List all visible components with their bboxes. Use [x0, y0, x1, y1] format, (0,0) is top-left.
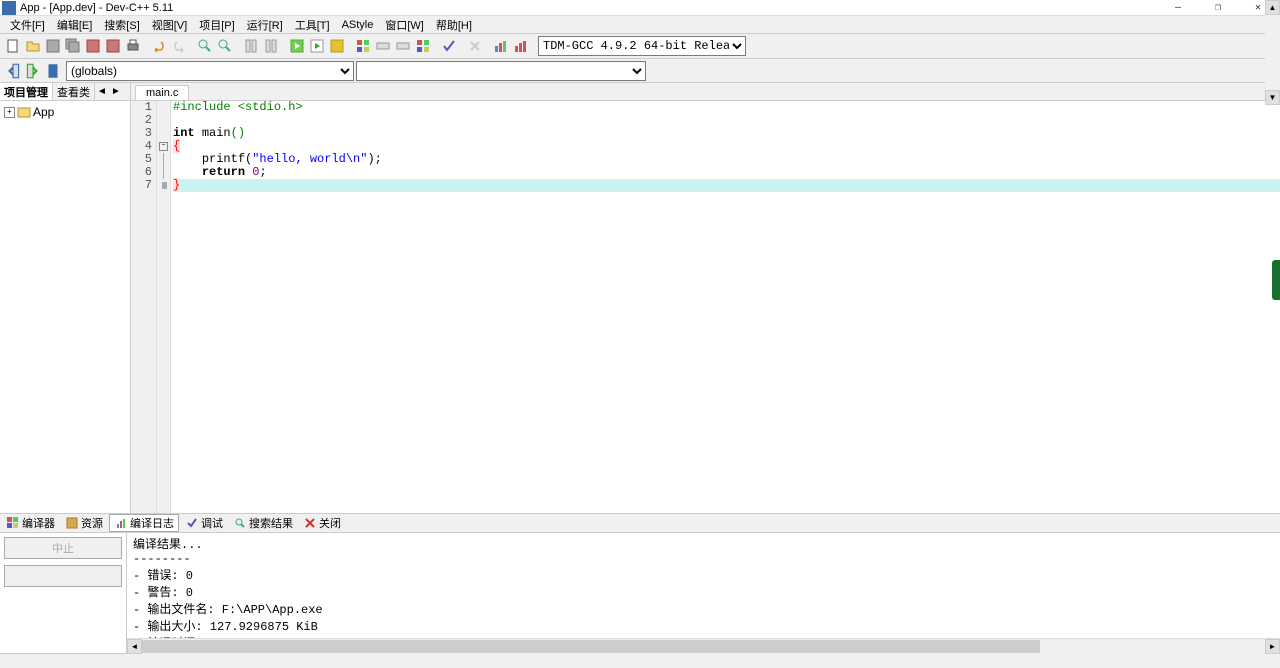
tab-debug[interactable]: 调试 — [181, 514, 227, 532]
tab-compiler[interactable]: 编译器 — [2, 514, 59, 532]
delete-icon[interactable] — [466, 37, 484, 55]
tab-compile-log[interactable]: 编译日志 — [109, 514, 179, 532]
scroll-left-icon[interactable]: ◄ — [127, 639, 142, 654]
window-title: App - [App.dev] - Dev-C++ 5.11 — [20, 2, 1158, 14]
output-button-2[interactable] — [4, 565, 122, 587]
expander-icon[interactable]: + — [4, 107, 15, 118]
close-icon — [303, 516, 317, 530]
run-icon[interactable] — [308, 37, 326, 55]
project-tree: + App — [0, 101, 130, 513]
toolbar-main: TDM-GCC 4.9.2 64-bit Release — [0, 34, 1280, 59]
undo-icon[interactable] — [150, 37, 168, 55]
fold-gutter: − — [157, 101, 171, 513]
minimize-button[interactable]: — — [1158, 1, 1198, 15]
menu-view[interactable]: 视图[V] — [146, 17, 193, 33]
abort-button[interactable]: 中止 — [4, 537, 122, 559]
scope-select[interactable]: (globals) — [66, 61, 354, 81]
tab-scroll-right-icon[interactable]: ► — [109, 86, 123, 97]
line-gutter: 1 2 3 4 5 6 7 — [131, 101, 157, 513]
open-icon[interactable] — [24, 37, 42, 55]
replace-icon[interactable] — [216, 37, 234, 55]
output-vscroll[interactable]: ▲ ▼ — [1265, 0, 1280, 105]
back-icon[interactable] — [4, 62, 22, 80]
scroll-up-icon[interactable]: ▲ — [1265, 0, 1280, 15]
profile-icon[interactable] — [394, 37, 412, 55]
menu-tools[interactable]: 工具[T] — [289, 17, 336, 33]
member-select[interactable] — [356, 61, 646, 81]
tree-node-app[interactable]: + App — [4, 105, 126, 119]
print-icon[interactable] — [124, 37, 142, 55]
grid-icon — [6, 516, 20, 530]
sidebar-tabs: 项目管理 查看类 ◄ ► — [0, 83, 130, 101]
chart-icon[interactable] — [492, 37, 510, 55]
menubar: 文件[F] 编辑[E] 搜索[S] 视图[V] 项目[P] 运行[R] 工具[T… — [0, 16, 1280, 34]
file-tab-main[interactable]: main.c — [135, 85, 189, 100]
resource-icon — [65, 516, 79, 530]
tab-close[interactable]: 关闭 — [299, 514, 345, 532]
app-icon — [2, 1, 16, 15]
menu-astyle[interactable]: AStyle — [336, 19, 380, 31]
tab-project[interactable]: 项目管理 — [0, 83, 53, 100]
tab-class[interactable]: 查看类 — [53, 83, 95, 100]
menu-run[interactable]: 运行[R] — [241, 17, 289, 33]
project-name: App — [33, 105, 54, 119]
tab-search-results[interactable]: 搜索结果 — [229, 514, 297, 532]
compiler-select[interactable]: TDM-GCC 4.9.2 64-bit Release — [538, 36, 746, 56]
goto-bookmark-icon[interactable] — [262, 37, 280, 55]
save-icon[interactable] — [44, 37, 62, 55]
save-as-icon[interactable] — [84, 37, 102, 55]
compile-run-icon[interactable] — [328, 37, 346, 55]
debug-icon[interactable] — [374, 37, 392, 55]
scroll-down-icon[interactable]: ▼ — [1265, 90, 1280, 105]
file-tabs: main.c — [131, 83, 1280, 101]
toolbar-scope: (globals) — [0, 59, 1280, 83]
log-icon — [114, 516, 128, 530]
titlebar: App - [App.dev] - Dev-C++ 5.11 — ❐ ✕ — [0, 0, 1280, 16]
scroll-thumb[interactable] — [142, 640, 1040, 653]
tab-resource[interactable]: 资源 — [61, 514, 107, 532]
code-lines[interactable]: #include <stdio.h> int main() { printf("… — [171, 101, 1280, 513]
output-hscroll[interactable]: ◄ ► — [127, 638, 1280, 653]
save-all-icon[interactable] — [64, 37, 82, 55]
bookmark-icon[interactable] — [44, 62, 62, 80]
statusbar — [0, 653, 1280, 668]
editor: main.c 1 2 3 4 5 6 7 − #include <stdio.h… — [131, 83, 1280, 513]
options-icon[interactable] — [414, 37, 432, 55]
chart-del-icon[interactable] — [512, 37, 530, 55]
compile-icon[interactable] — [288, 37, 306, 55]
menu-help[interactable]: 帮助[H] — [430, 17, 478, 33]
scroll-right-icon[interactable]: ► — [1265, 639, 1280, 654]
menu-project[interactable]: 项目[P] — [193, 17, 240, 33]
menu-search[interactable]: 搜索[S] — [98, 17, 145, 33]
project-icon — [17, 105, 31, 119]
check-icon — [185, 516, 199, 530]
output-controls: 中止 — [0, 533, 127, 653]
forward-icon[interactable] — [24, 62, 42, 80]
bottom-tabs: 编译器 资源 编译日志 调试 搜索结果 关闭 — [0, 513, 1280, 533]
new-icon[interactable] — [4, 37, 22, 55]
search-icon — [233, 516, 247, 530]
menu-window[interactable]: 窗口[W] — [379, 17, 430, 33]
output-text[interactable]: 编译结果... -------- - 错误: 0 - 警告: 0 - 输出文件名… — [127, 533, 1280, 638]
output-panel: 中止 编译结果... -------- - 错误: 0 - 警告: 0 - 输出… — [0, 533, 1280, 653]
menu-file[interactable]: 文件[F] — [4, 17, 51, 33]
toggle-bookmark-icon[interactable] — [242, 37, 260, 55]
fold-toggle-icon[interactable]: − — [159, 142, 168, 151]
side-handle[interactable] — [1272, 260, 1280, 300]
close-file-icon[interactable] — [104, 37, 122, 55]
sidebar: 项目管理 查看类 ◄ ► + App — [0, 83, 131, 513]
rebuild-icon[interactable] — [354, 37, 372, 55]
tab-scroll-left-icon[interactable]: ◄ — [95, 86, 109, 97]
code-area[interactable]: 1 2 3 4 5 6 7 − #include <stdio.h> int m… — [131, 101, 1280, 513]
check-icon[interactable] — [440, 37, 458, 55]
find-icon[interactable] — [196, 37, 214, 55]
redo-icon[interactable] — [170, 37, 188, 55]
maximize-button[interactable]: ❐ — [1198, 1, 1238, 15]
menu-edit[interactable]: 编辑[E] — [51, 17, 98, 33]
